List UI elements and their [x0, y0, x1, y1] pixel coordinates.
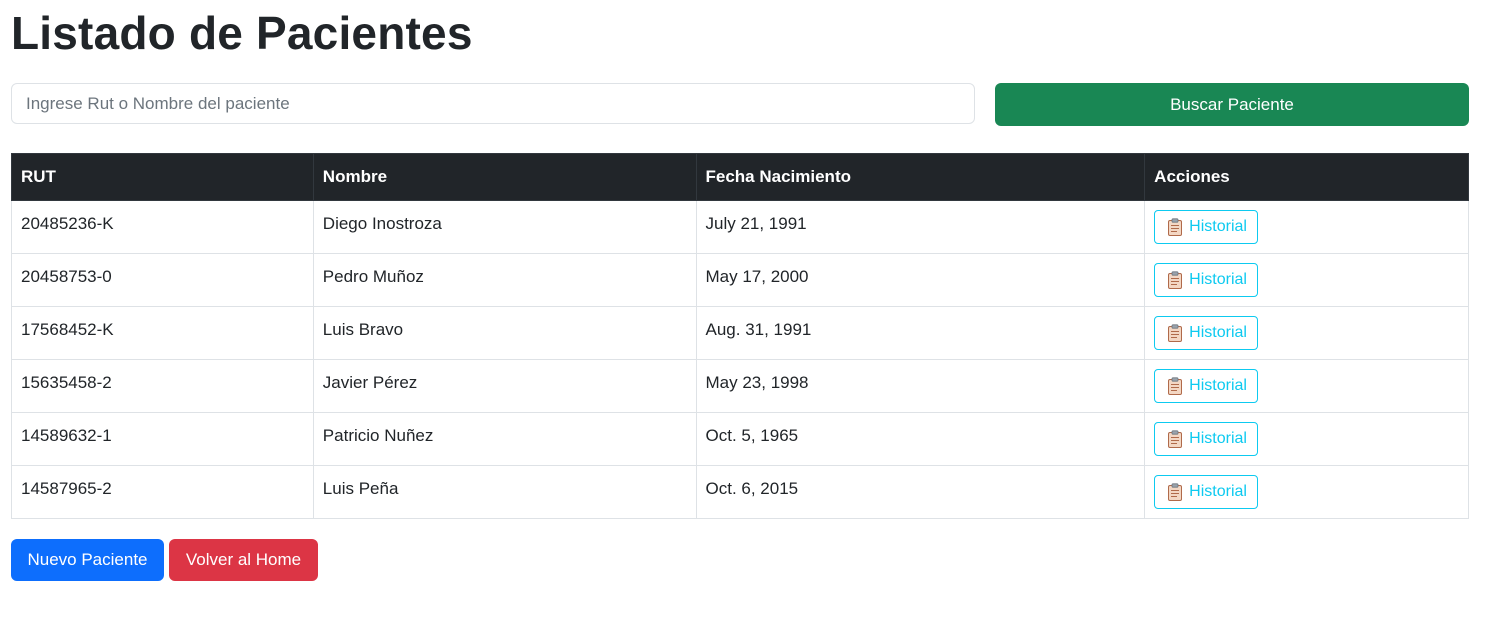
cell-fecha-nacimiento: May 17, 2000: [695, 253, 1146, 307]
cell-acciones: Historial: [1144, 465, 1469, 519]
table-row: 20458753-0 Pedro Muñoz May 17, 2000 Histori…: [11, 253, 1469, 307]
column-header-fecha-nacimiento: Fecha Nacimiento: [695, 153, 1146, 201]
cell-nombre: Diego Inostroza: [312, 200, 697, 254]
historial-button[interactable]: Historial: [1154, 422, 1258, 456]
cell-fecha-nacimiento: Oct. 6, 2015: [695, 465, 1146, 519]
clipboard-icon: [1167, 483, 1183, 501]
table-row: 15635458-2 Javier Pérez May 23, 1998 Histor…: [11, 359, 1469, 413]
table-row: 14589632-1 Patricio Nuñez Oct. 5, 1965 Hist…: [11, 412, 1469, 466]
cell-acciones: Historial: [1144, 253, 1469, 307]
patients-table: RUT Nombre Fecha Nacimiento Acciones 204…: [11, 153, 1469, 519]
cell-rut: 20458753-0: [11, 253, 314, 307]
historial-label: Historial: [1189, 377, 1247, 394]
historial-button[interactable]: Historial: [1154, 263, 1258, 297]
historial-button[interactable]: Historial: [1154, 316, 1258, 350]
clipboard-icon: [1167, 271, 1183, 289]
table-body: 20485236-K Diego Inostroza July 21, 1991 Hi…: [11, 200, 1469, 519]
cell-fecha-nacimiento: Aug. 31, 1991: [695, 306, 1146, 360]
table-row: 20485236-K Diego Inostroza July 21, 1991 Hi…: [11, 200, 1469, 254]
cell-nombre: Luis Bravo: [312, 306, 697, 360]
back-home-button[interactable]: Volver al Home: [169, 539, 318, 581]
table-row: 14587965-2 Luis Peña Oct. 6, 2015 Historial: [11, 465, 1469, 519]
historial-button[interactable]: Historial: [1154, 369, 1258, 403]
cell-rut: 20485236-K: [11, 200, 314, 254]
cell-rut: 14589632-1: [11, 412, 314, 466]
cell-fecha-nacimiento: May 23, 1998: [695, 359, 1146, 413]
cell-nombre: Javier Pérez: [312, 359, 697, 413]
historial-button[interactable]: Historial: [1154, 475, 1258, 509]
clipboard-icon: [1167, 377, 1183, 395]
new-patient-button[interactable]: Nuevo Paciente: [11, 539, 164, 581]
page-title: Listado de Pacientes: [11, 7, 473, 59]
table-header-row: RUT Nombre Fecha Nacimiento Acciones: [11, 153, 1469, 201]
cell-nombre: Pedro Muñoz: [312, 253, 697, 307]
cell-nombre: Patricio Nuñez: [312, 412, 697, 466]
historial-label: Historial: [1189, 483, 1247, 500]
cell-fecha-nacimiento: Oct. 5, 1965: [695, 412, 1146, 466]
cell-fecha-nacimiento: July 21, 1991: [695, 200, 1146, 254]
cell-rut: 15635458-2: [11, 359, 314, 413]
table-row: 17568452-K Luis Bravo Aug. 31, 1991 Histori…: [11, 306, 1469, 360]
page: Listado de Pacientes Buscar Paciente RUT…: [0, 0, 1486, 619]
cell-acciones: Historial: [1144, 359, 1469, 413]
cell-nombre: Luis Peña: [312, 465, 697, 519]
historial-label: Historial: [1189, 271, 1247, 288]
search-patient-button[interactable]: Buscar Paciente: [995, 83, 1469, 126]
column-header-rut: RUT: [11, 153, 314, 201]
clipboard-icon: [1167, 324, 1183, 342]
cell-acciones: Historial: [1144, 412, 1469, 466]
historial-button[interactable]: Historial: [1154, 210, 1258, 244]
historial-label: Historial: [1189, 218, 1247, 235]
column-header-nombre: Nombre: [312, 153, 697, 201]
cell-acciones: Historial: [1144, 306, 1469, 360]
cell-acciones: Historial: [1144, 200, 1469, 254]
clipboard-icon: [1167, 218, 1183, 236]
search-input[interactable]: [11, 83, 975, 124]
cell-rut: 14587965-2: [11, 465, 314, 519]
historial-label: Historial: [1189, 430, 1247, 447]
column-header-acciones: Acciones: [1144, 153, 1469, 201]
search-row: Buscar Paciente: [11, 83, 1469, 126]
cell-rut: 17568452-K: [11, 306, 314, 360]
historial-label: Historial: [1189, 324, 1247, 341]
table-header: RUT Nombre Fecha Nacimiento Acciones: [11, 153, 1469, 201]
clipboard-icon: [1167, 430, 1183, 448]
